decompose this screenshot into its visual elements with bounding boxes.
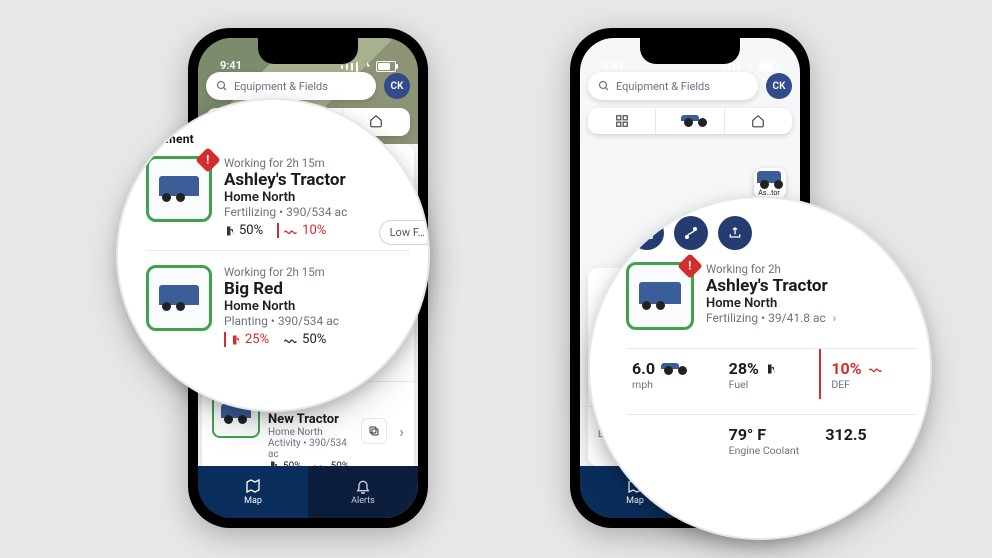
def-stat: 50%	[283, 332, 326, 347]
map-equipment-marker[interactable]: As…tor	[754, 168, 786, 199]
tractor-icon	[159, 176, 199, 202]
search-icon	[216, 80, 228, 92]
signal-bar-icon	[356, 62, 358, 72]
phone-notch	[258, 38, 358, 64]
detail-header[interactable]: Working for 2h Ashley's Tractor Home Nor…	[626, 262, 906, 330]
metric-cell: 6.0 mph	[626, 349, 723, 399]
equipment-field: Home North	[224, 299, 410, 314]
tab-map[interactable]: Map	[198, 466, 308, 518]
equipment-thumb	[626, 262, 694, 330]
marker-label: As…tor	[758, 189, 779, 197]
fuel-icon	[765, 363, 777, 375]
equipment-name: Ashley's Tractor	[224, 170, 410, 190]
equipment-name: New Tractor	[268, 412, 353, 427]
equipment-thumb	[146, 156, 212, 222]
tab-map-label: Map	[244, 496, 262, 506]
action-route-button[interactable]	[674, 216, 708, 250]
signal-bar-icon	[351, 63, 353, 71]
signal-bar-icon	[728, 64, 730, 70]
panel-title: …ipment	[146, 132, 410, 146]
fuel-stat: 25%	[224, 332, 269, 347]
status-indicators	[341, 61, 396, 72]
equipment-detail: Fertilizing • 39/41.8 ac ›	[706, 311, 906, 325]
tab-alerts-label: Alerts	[351, 496, 375, 506]
list-item[interactable]: Working for 2h 15m Big Red Home North Pl…	[146, 251, 410, 359]
battery-icon	[376, 61, 396, 72]
action-layers-button[interactable]	[630, 216, 664, 250]
action-share-button[interactable]	[718, 216, 752, 250]
def-icon	[283, 335, 299, 345]
wifi-icon	[361, 62, 373, 71]
metric-cell: 312.5	[819, 415, 916, 465]
filter-chip[interactable]: Low F…	[379, 220, 428, 245]
equipment-status: Working for 2h	[706, 262, 906, 276]
equipment-detail: Planting • 390/534 ac	[224, 314, 410, 328]
equipment-status: Working for 2h 15m	[224, 156, 410, 170]
user-avatar[interactable]: CK	[766, 73, 792, 99]
user-avatar[interactable]: CK	[384, 73, 410, 99]
def-stat: 10%	[277, 223, 326, 238]
bottom-tabbar: Map Alerts	[198, 466, 418, 518]
metric-cell: 10% DEF	[819, 349, 916, 399]
signal-bar-icon	[346, 64, 348, 70]
search-placeholder: Equipment & Fields	[616, 80, 710, 93]
equipment-field: Home North	[706, 296, 906, 311]
search-input[interactable]: Equipment & Fields	[206, 72, 376, 100]
close-icon[interactable]: ✕	[893, 224, 910, 243]
search-input[interactable]: Equipment & Fields	[588, 72, 758, 100]
status-time: 9:41	[602, 59, 624, 72]
tractor-icon	[639, 282, 681, 310]
signal-bar-icon	[723, 65, 725, 69]
fuel-icon	[224, 225, 236, 237]
alert-badge-icon	[195, 147, 220, 172]
search-placeholder: Equipment & Fields	[234, 80, 328, 93]
status-indicators	[723, 61, 778, 72]
status-time: 9:41	[220, 59, 242, 72]
tractor-icon	[159, 285, 199, 311]
signal-bar-icon	[733, 63, 735, 71]
equipment-detail: Activity • 390/534 ac	[268, 438, 353, 460]
list-item[interactable]: Working for 2h 15m Ashley's Tractor Home…	[146, 152, 410, 251]
fuel-stat: 50%	[224, 223, 263, 238]
magnifier-equipment-list: …ipment Working for 2h 15m Ashley's Trac…	[118, 100, 428, 410]
fuel-icon	[230, 334, 242, 346]
equipment-name: Ashley's Tractor	[706, 276, 906, 296]
seg-home-icon[interactable]	[724, 108, 792, 134]
signal-bar-icon	[341, 65, 343, 69]
equipment-thumb	[146, 265, 212, 331]
magnifier-equipment-detail: ✕ Working for 2h Ashley's Tractor Home N…	[590, 198, 930, 538]
seg-tractor-icon[interactable]	[655, 108, 723, 134]
search-icon	[598, 80, 610, 92]
seg-grid-icon[interactable]	[588, 108, 655, 134]
equipment-field: Home North	[224, 190, 410, 205]
equipment-status: Working for 2h 15m	[224, 265, 410, 279]
alert-badge-icon	[677, 253, 702, 278]
wifi-icon	[743, 62, 755, 71]
product-screenshots: 9:41 Equipment & Fields C	[0, 0, 992, 558]
view-segmented-control[interactable]	[588, 108, 792, 134]
equipment-detail: Fertilizing • 390/534 ac	[224, 205, 410, 219]
def-icon	[283, 226, 299, 236]
equipment-name: Big Red	[224, 279, 410, 299]
tractor-icon	[757, 171, 781, 189]
chevron-right-icon: ›	[829, 311, 837, 325]
chevron-right-icon: ›	[395, 422, 404, 441]
battery-icon	[758, 61, 778, 72]
metric-cell: 79° FEngine Coolant	[723, 415, 820, 465]
tractor-icon	[681, 115, 699, 127]
equipment-field: Home North	[268, 427, 353, 438]
def-icon	[868, 364, 884, 374]
copy-button[interactable]	[361, 418, 387, 444]
tab-alerts[interactable]: Alerts	[308, 466, 418, 518]
signal-bar-icon	[738, 62, 740, 72]
phone-notch	[640, 38, 740, 64]
tractor-icon	[661, 363, 679, 375]
metric-cell: 28% Fuel	[723, 349, 820, 399]
